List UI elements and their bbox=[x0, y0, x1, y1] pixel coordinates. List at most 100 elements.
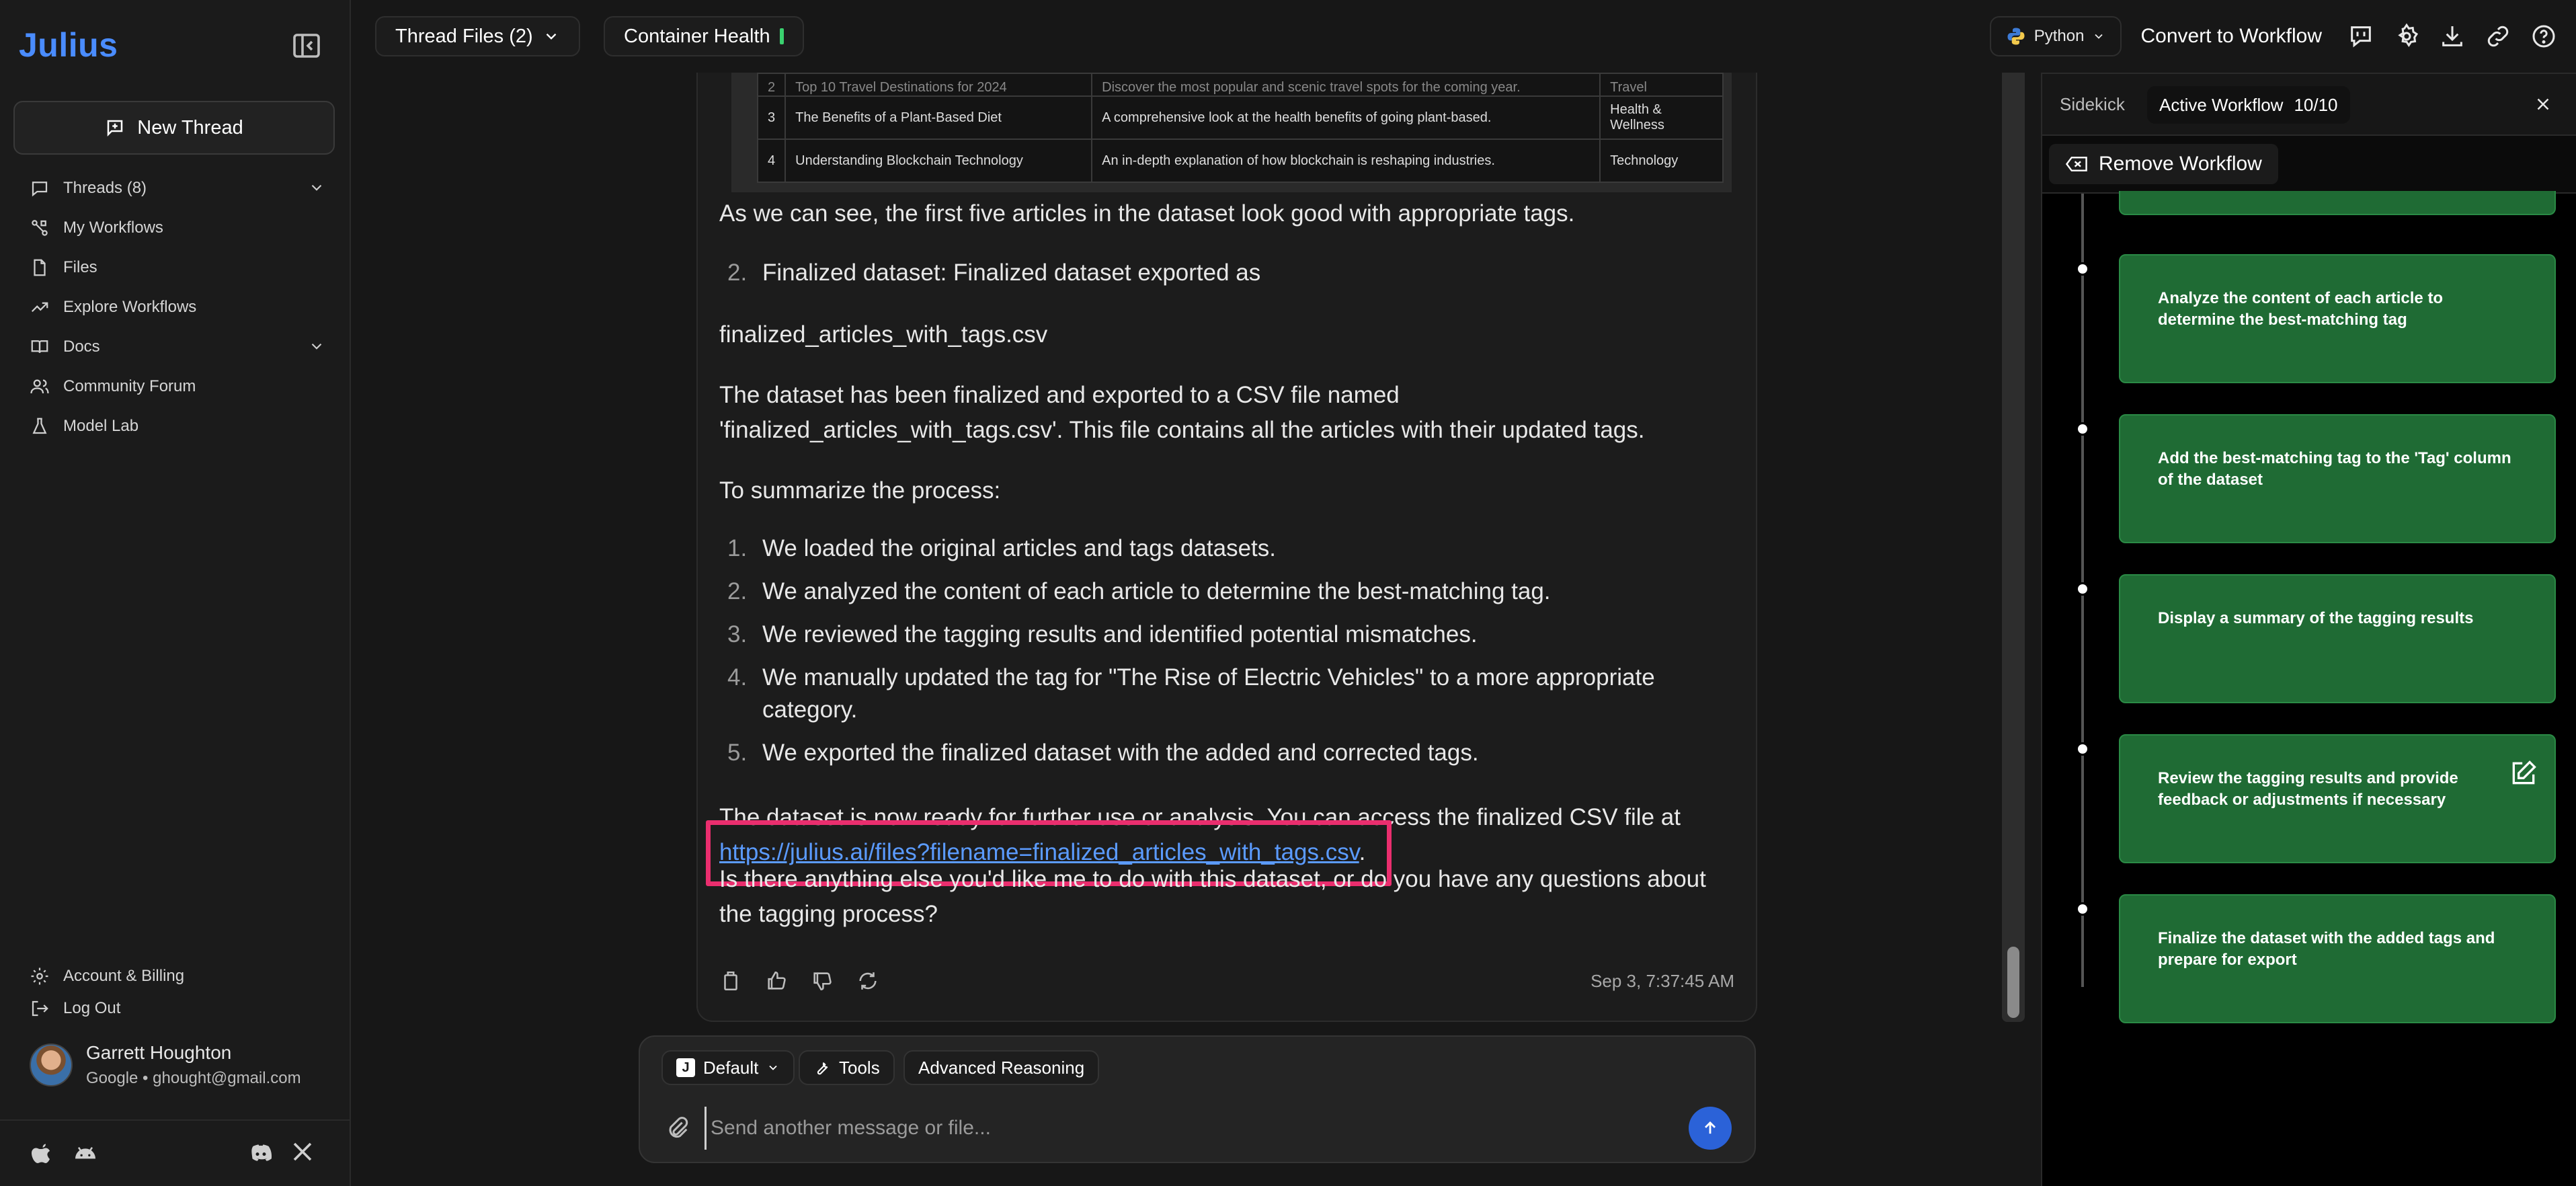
list-text: We manually updated the tag for "The Ris… bbox=[762, 664, 1655, 723]
logo[interactable]: Julius bbox=[19, 26, 118, 65]
language-dropdown[interactable]: Python bbox=[1989, 16, 2122, 56]
topbar-actions: Python Convert to Workflow bbox=[1989, 16, 2576, 56]
android-icon[interactable] bbox=[71, 1140, 98, 1167]
workflow-step-review[interactable]: Review the tagging results and provide f… bbox=[2119, 734, 2556, 863]
chat-bubble-icon bbox=[30, 178, 50, 198]
chat-scrollbar[interactable] bbox=[2002, 73, 2025, 1022]
advanced-reasoning-button[interactable]: Advanced Reasoning bbox=[903, 1050, 1100, 1085]
workflow-step[interactable]: Display a summary of the tagging results bbox=[2119, 574, 2556, 703]
message-timestamp: Sep 3, 7:37:45 AM bbox=[1591, 971, 1734, 991]
users-icon bbox=[30, 377, 50, 397]
collapse-sidebar-icon[interactable] bbox=[290, 30, 323, 62]
workflow-step-label: Review the tagging results and provide f… bbox=[2158, 769, 2458, 809]
model-label: Default bbox=[703, 1057, 759, 1078]
apple-icon[interactable] bbox=[30, 1140, 56, 1167]
summary-steps-list: 1. We loaded the original articles and ta… bbox=[719, 532, 1741, 780]
sidebar-item-my-workflows[interactable]: My Workflows bbox=[30, 208, 325, 247]
chevron-down-icon[interactable] bbox=[308, 179, 325, 196]
workflow-icon bbox=[30, 218, 50, 238]
model-selector[interactable]: J Default bbox=[661, 1050, 795, 1085]
user-profile[interactable]: Garrett Houghton Google • ghought@gmail.… bbox=[30, 1042, 301, 1088]
list-item: 4. We manually updated the tag for "The R… bbox=[719, 662, 1660, 726]
timeline-dot bbox=[2076, 422, 2089, 436]
sidebar-item-label: My Workflows bbox=[63, 218, 163, 237]
sidebar-item-community-forum[interactable]: Community Forum bbox=[30, 366, 325, 406]
new-thread-button[interactable]: New Thread bbox=[13, 101, 335, 155]
sidebar-item-model-lab[interactable]: Model Lab bbox=[30, 406, 325, 446]
list-item: 3. We reviewed the tagging results and id… bbox=[719, 619, 1741, 651]
workflow-progress: 10/10 bbox=[2294, 94, 2338, 115]
workflow-step-previous[interactable] bbox=[2119, 191, 2556, 215]
close-icon[interactable] bbox=[2533, 94, 2553, 114]
social-links bbox=[0, 1119, 351, 1186]
advanced-reasoning-label: Advanced Reasoning bbox=[918, 1057, 1085, 1078]
workflow-step[interactable]: Analyze the content of each article to d… bbox=[2119, 254, 2556, 383]
health-indicator bbox=[779, 28, 784, 44]
timeline-dot bbox=[2076, 582, 2089, 596]
timeline-dot bbox=[2076, 902, 2089, 916]
chevron-down-icon[interactable] bbox=[308, 338, 325, 355]
sidebar-item-docs[interactable]: Docs bbox=[30, 327, 325, 366]
table-cell: An in-depth explanation of how blockchai… bbox=[1091, 139, 1601, 183]
tab-active-workflow-label: Active Workflow bbox=[2159, 94, 2284, 115]
tools-label: Tools bbox=[839, 1057, 880, 1078]
container-health-button[interactable]: Container Health bbox=[604, 16, 804, 56]
message-paragraph: The dataset has been finalized and expor… bbox=[719, 382, 1645, 443]
python-icon bbox=[2006, 26, 2026, 46]
filename-text: finalized_articles_with_tags.csv bbox=[719, 321, 1048, 348]
paperclip-icon[interactable] bbox=[664, 1115, 691, 1142]
book-icon bbox=[30, 337, 50, 357]
tab-sidekick[interactable]: Sidekick bbox=[2060, 94, 2125, 115]
edit-icon[interactable] bbox=[2509, 758, 2538, 788]
table-cell: 2 bbox=[756, 73, 787, 97]
link-icon[interactable] bbox=[2485, 23, 2511, 50]
articles-table-container: 2 Top 10 Travel Destinations for 2024 Di… bbox=[731, 73, 1732, 192]
x-twitter-icon[interactable] bbox=[290, 1140, 317, 1167]
table-cell: Top 10 Travel Destinations for 2024 bbox=[784, 73, 1093, 97]
table-row: 4 Understanding Blockchain Technology An… bbox=[756, 139, 1724, 183]
message-actions bbox=[719, 970, 879, 992]
table-cell: Health & Wellness bbox=[1599, 95, 1724, 140]
thread-files-dropdown[interactable]: Thread Files (2) bbox=[375, 16, 580, 56]
settings-gear-icon[interactable] bbox=[2393, 23, 2420, 50]
message-input[interactable] bbox=[705, 1107, 1646, 1150]
logout-link[interactable]: Log Out bbox=[30, 992, 325, 1025]
list-number: 5. bbox=[727, 740, 748, 766]
container-health-label: Container Health bbox=[624, 25, 770, 47]
thumbs-down-icon[interactable] bbox=[811, 970, 834, 992]
discord-icon[interactable] bbox=[246, 1140, 273, 1167]
remove-workflow-button[interactable]: Remove Workflow bbox=[2049, 144, 2278, 184]
sidebar-item-threads[interactable]: Threads (8) bbox=[30, 168, 325, 208]
convert-to-workflow-button[interactable]: Convert to Workflow bbox=[2140, 25, 2322, 48]
list-text: We reviewed the tagging results and iden… bbox=[762, 621, 1478, 647]
wrench-icon bbox=[813, 1059, 831, 1076]
sidebar-item-files[interactable]: Files bbox=[30, 247, 325, 287]
tools-button[interactable]: Tools bbox=[799, 1050, 895, 1085]
sidebar-nav: Threads (8) My Workflows Files Explore W… bbox=[30, 168, 325, 446]
scrollbar-thumb[interactable] bbox=[2007, 947, 2019, 1018]
new-thread-icon bbox=[105, 118, 125, 138]
list-number: 4. bbox=[727, 664, 748, 690]
tab-active-workflow[interactable]: Active Workflow 10/10 bbox=[2147, 86, 2350, 124]
sidebar-item-label: Community Forum bbox=[63, 377, 196, 395]
timeline-dot bbox=[2076, 262, 2089, 276]
feedback-icon[interactable] bbox=[2347, 23, 2374, 50]
app-root: Julius New Thread Threads (8) My Workflo… bbox=[0, 0, 2576, 1186]
table-cell: 3 bbox=[756, 95, 787, 140]
workflow-step[interactable]: Finalize the dataset with the added tags… bbox=[2119, 894, 2556, 1023]
sidebar-bottom-links: Account & Billing Log Out bbox=[30, 960, 325, 1025]
message-paragraph: As we can see, the first five articles i… bbox=[719, 200, 1575, 227]
workflow-step[interactable]: Add the best-matching tag to the 'Tag' c… bbox=[2119, 414, 2556, 543]
help-icon[interactable] bbox=[2530, 23, 2557, 50]
copy-icon[interactable] bbox=[719, 970, 742, 992]
thumbs-up-icon[interactable] bbox=[765, 970, 788, 992]
account-billing-link[interactable]: Account & Billing bbox=[30, 960, 325, 992]
sidebar-item-label: Files bbox=[63, 258, 97, 276]
list-text: We analyzed the content of each article … bbox=[762, 578, 1551, 604]
download-icon[interactable] bbox=[2439, 23, 2466, 50]
send-button[interactable] bbox=[1689, 1107, 1732, 1150]
sidebar-item-label: Model Lab bbox=[63, 416, 139, 435]
regenerate-icon[interactable] bbox=[856, 970, 879, 992]
list-item: 1. We loaded the original articles and ta… bbox=[719, 532, 1741, 565]
sidebar-item-explore-workflows[interactable]: Explore Workflows bbox=[30, 287, 325, 327]
